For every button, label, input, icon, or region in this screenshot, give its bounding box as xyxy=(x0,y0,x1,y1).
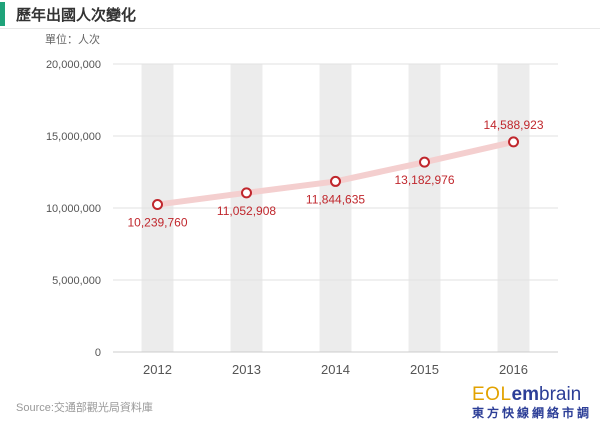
data-label: 14,588,923 xyxy=(483,118,543,132)
data-label: 11,052,908 xyxy=(217,204,276,218)
data-point xyxy=(241,187,252,199)
x-tick-label: 2013 xyxy=(232,362,261,377)
y-tick-label: 15,000,000 xyxy=(46,131,101,143)
x-tick-label: 2014 xyxy=(321,362,350,377)
data-point xyxy=(508,136,519,148)
x-tick-label: 2016 xyxy=(499,362,528,377)
y-tick-label: 10,000,000 xyxy=(46,203,101,215)
y-tick-label: 5,000,000 xyxy=(52,275,101,287)
x-tick-label: 2012 xyxy=(143,362,172,377)
logo-subtitle: 東方快線網絡市調 xyxy=(472,406,593,420)
logo-wordmark: EOLembrain xyxy=(472,385,592,405)
logo-part-brain: brain xyxy=(539,384,582,405)
data-label: 11,844,635 xyxy=(306,192,365,206)
data-point xyxy=(419,156,430,168)
logo-part-em: em xyxy=(511,384,539,405)
line-chart: 0 5,000,000 10,000,000 15,000,000 20,000,000… xyxy=(46,59,558,377)
data-label: 13,182,976 xyxy=(394,173,454,187)
data-label: 10,239,760 xyxy=(127,216,187,230)
source-note: Source:交通部觀光局資料庫 xyxy=(16,402,153,414)
y-tick-label: 20,000,000 xyxy=(46,59,101,71)
logo-part-eol: EOL xyxy=(472,384,512,405)
y-tick-label: 0 xyxy=(95,347,101,359)
data-point xyxy=(330,175,341,187)
x-tick-label: 2015 xyxy=(410,362,439,377)
data-point xyxy=(152,199,163,211)
eolembrain-logo: EOLembrain 東方快線網絡市調 xyxy=(472,385,592,425)
